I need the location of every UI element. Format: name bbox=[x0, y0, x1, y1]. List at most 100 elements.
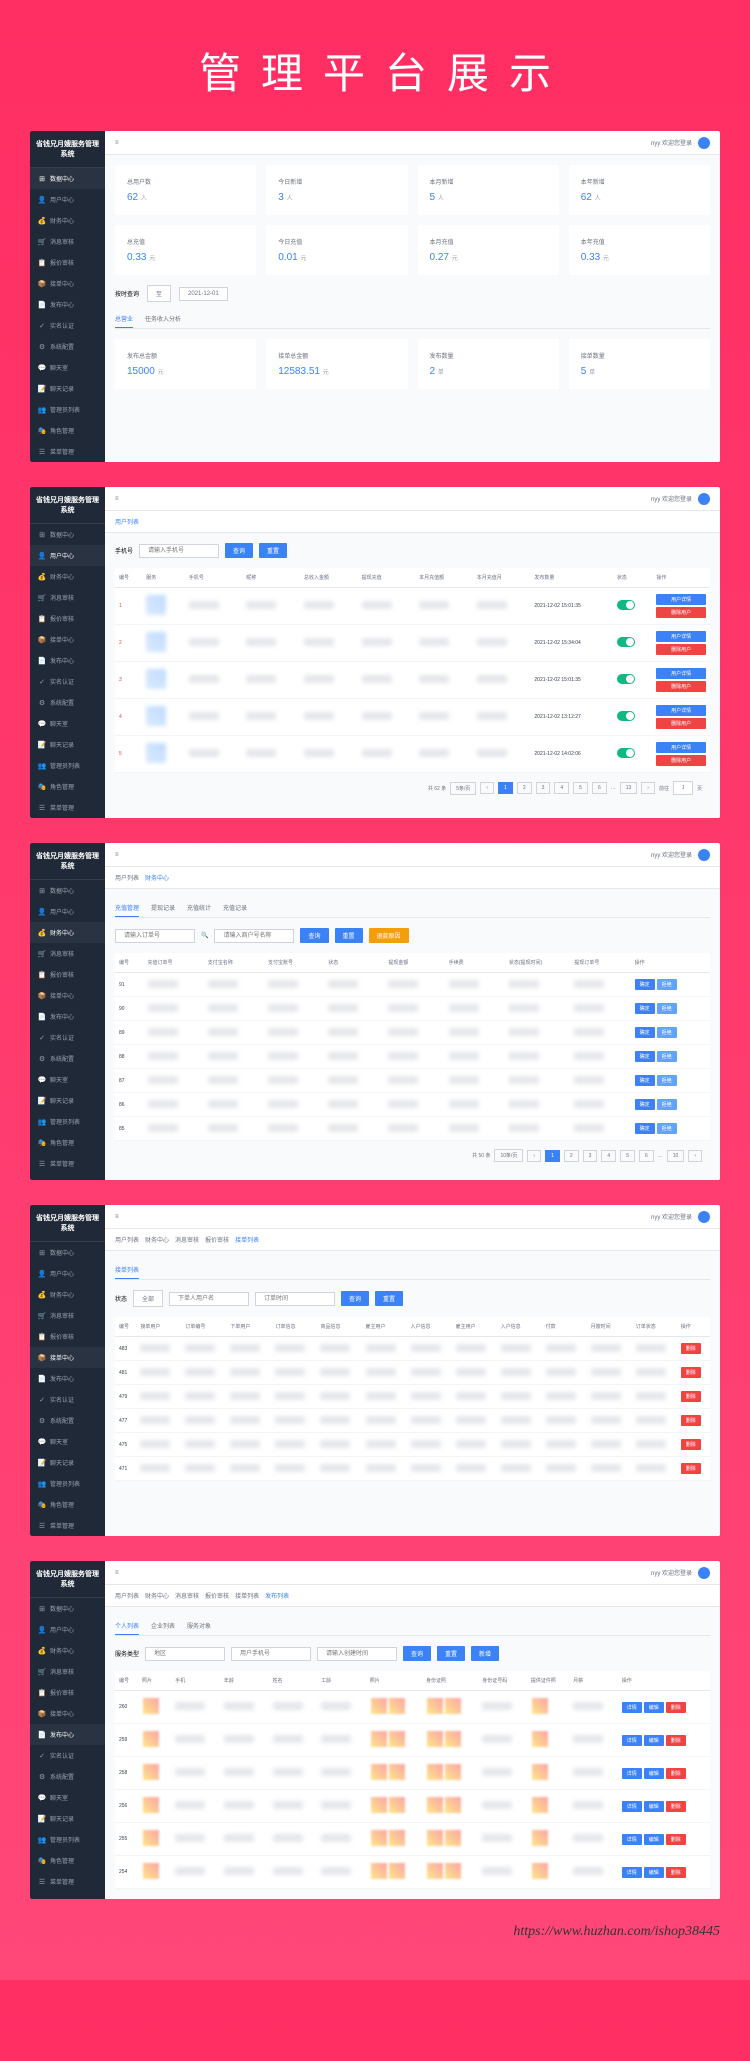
nav-角色管理[interactable]: 🎭角色管理 bbox=[30, 1494, 105, 1515]
page-next[interactable]: › bbox=[688, 1150, 702, 1162]
menu-icon[interactable]: ≡ bbox=[115, 1570, 119, 1576]
nav-用户中心[interactable]: 👤用户中心 bbox=[30, 1263, 105, 1284]
tab-1[interactable]: 企业列表 bbox=[151, 1617, 175, 1635]
ok-button[interactable]: 确定 bbox=[635, 1075, 655, 1086]
delete-button[interactable]: 删除 bbox=[666, 1735, 686, 1746]
ok-button[interactable]: 确定 bbox=[635, 1003, 655, 1014]
order-input[interactable] bbox=[115, 929, 195, 943]
delete-button[interactable]: 删除用户 bbox=[656, 718, 706, 729]
tab-0[interactable]: 个人列表 bbox=[115, 1617, 139, 1635]
toggle[interactable] bbox=[617, 711, 635, 721]
phone-input[interactable] bbox=[139, 544, 219, 558]
nav-接单中心[interactable]: 📦接单中心 bbox=[30, 1347, 105, 1368]
tab-1[interactable]: 任务收入分析 bbox=[145, 310, 181, 328]
detail-button[interactable]: 详情 bbox=[622, 1768, 642, 1779]
nav-系统配置[interactable]: ⚙系统配置 bbox=[30, 1766, 105, 1787]
nav-消息审核[interactable]: 🛒消息审核 bbox=[30, 1661, 105, 1682]
avatar[interactable] bbox=[698, 1567, 710, 1579]
page-prev[interactable]: ‹ bbox=[527, 1150, 541, 1162]
nav-系统配置[interactable]: ⚙系统配置 bbox=[30, 1410, 105, 1431]
detail-button[interactable]: 用户详情 bbox=[656, 668, 706, 679]
detail-button[interactable]: 用户详情 bbox=[656, 742, 706, 753]
nav-发布中心[interactable]: 📄发布中心 bbox=[30, 1724, 105, 1745]
crumb-2[interactable]: 消息审核 bbox=[175, 1591, 199, 1600]
delete-button[interactable]: 删除 bbox=[666, 1867, 686, 1878]
nav-数据中心[interactable]: ⊞数据中心 bbox=[30, 1242, 105, 1263]
crumb-4[interactable]: 接单列表 bbox=[235, 1235, 259, 1244]
page-4[interactable]: 4 bbox=[601, 1150, 616, 1162]
nav-接单中心[interactable]: 📦接单中心 bbox=[30, 1703, 105, 1724]
page-size[interactable]: 10条/页 bbox=[494, 1149, 523, 1162]
nav-财务中心[interactable]: 💰财务中心 bbox=[30, 1284, 105, 1305]
nav-菜单管理[interactable]: ☰菜单管理 bbox=[30, 1515, 105, 1536]
nav-菜单管理[interactable]: ☰菜单管理 bbox=[30, 1153, 105, 1174]
crumb-3[interactable]: 报价审核 bbox=[205, 1591, 229, 1600]
reset-button[interactable]: 重置 bbox=[335, 928, 363, 943]
no-button[interactable]: 拒绝 bbox=[657, 1075, 677, 1086]
date-input[interactable] bbox=[317, 1647, 397, 1661]
user-input[interactable] bbox=[169, 1292, 249, 1306]
edit-button[interactable]: 编辑 bbox=[644, 1801, 664, 1812]
nav-发布中心[interactable]: 📄发布中心 bbox=[30, 650, 105, 671]
nav-消息审核[interactable]: 🛒消息审核 bbox=[30, 943, 105, 964]
no-button[interactable]: 拒绝 bbox=[657, 1027, 677, 1038]
page-5[interactable]: 5 bbox=[573, 782, 588, 794]
page-6[interactable]: 6 bbox=[592, 782, 607, 794]
nav-角色管理[interactable]: 🎭角色管理 bbox=[30, 420, 105, 441]
toggle[interactable] bbox=[617, 748, 635, 758]
nav-数据中心[interactable]: ⊞数据中心 bbox=[30, 168, 105, 189]
nav-菜单管理[interactable]: ☰菜单管理 bbox=[30, 441, 105, 462]
page-4[interactable]: 4 bbox=[554, 782, 569, 794]
page-6[interactable]: 6 bbox=[639, 1150, 654, 1162]
region-input[interactable] bbox=[145, 1647, 225, 1661]
nav-实名认证[interactable]: ✓实名认证 bbox=[30, 1745, 105, 1766]
crumb-finance[interactable]: 财务中心 bbox=[145, 873, 169, 882]
nav-财务中心[interactable]: 💰财务中心 bbox=[30, 1640, 105, 1661]
page-13[interactable]: 13 bbox=[620, 782, 638, 794]
page-next[interactable]: › bbox=[641, 782, 655, 794]
detail-button[interactable]: 详情 bbox=[622, 1702, 642, 1713]
page-3[interactable]: 3 bbox=[536, 782, 551, 794]
menu-icon[interactable]: ≡ bbox=[115, 852, 119, 858]
detail-button[interactable]: 详情 bbox=[622, 1834, 642, 1845]
nav-接单中心[interactable]: 📦接单中心 bbox=[30, 629, 105, 650]
page-1[interactable]: 1 bbox=[545, 1150, 560, 1162]
nav-聊天记录[interactable]: 📝聊天记录 bbox=[30, 1452, 105, 1473]
delete-button[interactable]: 删除 bbox=[666, 1801, 686, 1812]
search-button[interactable]: 查询 bbox=[300, 928, 328, 943]
tab-2[interactable]: 充值统计 bbox=[187, 899, 211, 917]
nav-用户中心[interactable]: 👤用户中心 bbox=[30, 189, 105, 210]
new-button[interactable]: 新增 bbox=[471, 1646, 499, 1661]
nav-数据中心[interactable]: ⊞数据中心 bbox=[30, 880, 105, 901]
nav-聊天室[interactable]: 💬聊天室 bbox=[30, 1787, 105, 1808]
nav-报价审核[interactable]: 📋报价审核 bbox=[30, 1682, 105, 1703]
toggle[interactable] bbox=[617, 600, 635, 610]
nav-角色管理[interactable]: 🎭角色管理 bbox=[30, 776, 105, 797]
phone-input[interactable] bbox=[231, 1647, 311, 1661]
nav-实名认证[interactable]: ✓实名认证 bbox=[30, 315, 105, 336]
detail-button[interactable]: 详情 bbox=[622, 1867, 642, 1878]
nav-聊天室[interactable]: 💬聊天室 bbox=[30, 713, 105, 734]
reset-button[interactable]: 重置 bbox=[259, 543, 287, 558]
search-button[interactable]: 查询 bbox=[225, 543, 253, 558]
nav-财务中心[interactable]: 💰财务中心 bbox=[30, 566, 105, 587]
crumb-2[interactable]: 消息审核 bbox=[175, 1235, 199, 1244]
nav-角色管理[interactable]: 🎭角色管理 bbox=[30, 1132, 105, 1153]
nav-报价审核[interactable]: 📋报价审核 bbox=[30, 964, 105, 985]
nav-消息审核[interactable]: 🛒消息审核 bbox=[30, 1305, 105, 1326]
delete-button[interactable]: 删除 bbox=[681, 1415, 701, 1426]
page-1[interactable]: 1 bbox=[498, 782, 513, 794]
no-button[interactable]: 拒绝 bbox=[657, 1099, 677, 1110]
date-input[interactable]: 2021-12-01 bbox=[179, 287, 228, 301]
edit-button[interactable]: 编辑 bbox=[644, 1768, 664, 1779]
delete-button[interactable]: 删除用户 bbox=[656, 607, 706, 618]
nav-发布中心[interactable]: 📄发布中心 bbox=[30, 294, 105, 315]
edit-button[interactable]: 编辑 bbox=[644, 1834, 664, 1845]
menu-icon[interactable]: ≡ bbox=[115, 1214, 119, 1220]
nav-系统配置[interactable]: ⚙系统配置 bbox=[30, 692, 105, 713]
nav-聊天记录[interactable]: 📝聊天记录 bbox=[30, 1808, 105, 1829]
crumb-3[interactable]: 报价审核 bbox=[205, 1235, 229, 1244]
ok-button[interactable]: 确定 bbox=[635, 1099, 655, 1110]
delete-button[interactable]: 删除用户 bbox=[656, 681, 706, 692]
filter-all[interactable]: 全部 bbox=[133, 1290, 163, 1307]
